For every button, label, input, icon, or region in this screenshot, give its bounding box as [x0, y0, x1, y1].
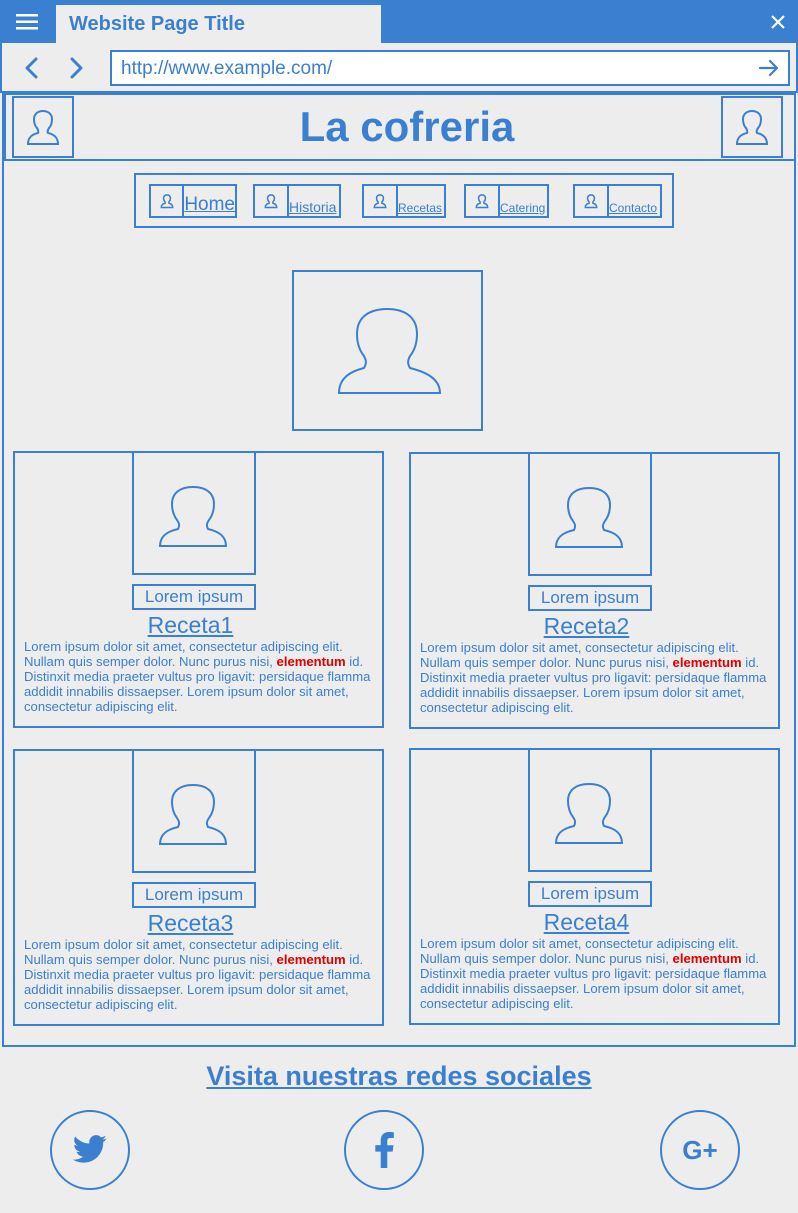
- recipe-caption: Lorem ipsum: [132, 882, 256, 908]
- close-icon[interactable]: [770, 14, 786, 30]
- highlight-text: elementum: [276, 952, 346, 967]
- recipe-description: Lorem ipsum dolor sit amet, consectetur …: [24, 937, 371, 1012]
- nav-item-catering[interactable]: Catering: [464, 184, 549, 218]
- recipe-image: [528, 748, 652, 872]
- highlight-text: elementum: [672, 655, 742, 670]
- tab-title: Website Page Title: [69, 13, 245, 35]
- recipe-description: Lorem ipsum dolor sit amet, consectetur …: [24, 639, 371, 714]
- hamburger-icon[interactable]: [16, 13, 40, 31]
- page-title: La cofreria: [299, 103, 515, 150]
- recipe-title-link[interactable]: Receta2: [409, 613, 764, 640]
- facebook-icon[interactable]: [344, 1110, 424, 1190]
- recipe-image: [132, 451, 256, 575]
- arrow-right-icon[interactable]: [758, 57, 780, 79]
- nav-item-label: Historia: [289, 199, 337, 215]
- nav-item-contacto[interactable]: Contacto: [573, 184, 662, 218]
- address-bar-url: http://www.example.com/: [121, 58, 333, 79]
- recipe-description: Lorem ipsum dolor sit amet, consectetur …: [420, 936, 767, 1011]
- user-icon: [255, 186, 289, 216]
- google-plus-label: G+: [682, 1134, 718, 1165]
- user-icon[interactable]: [721, 96, 783, 158]
- recipe-caption: Lorem ipsum: [132, 584, 256, 610]
- nav-item-label: Catering: [500, 201, 546, 215]
- nav-item-recetas[interactable]: Recetas: [362, 184, 446, 218]
- hero-image: [292, 270, 483, 431]
- footer-title-link[interactable]: Visita nuestras redes sociales: [0, 1061, 798, 1092]
- user-icon: [151, 186, 185, 216]
- recipe-image: [528, 452, 652, 576]
- recipe-image: [132, 749, 256, 873]
- nav-item-label: Home: [184, 194, 235, 215]
- highlight-text: elementum: [276, 654, 346, 669]
- user-icon: [575, 186, 609, 216]
- nav-item-historia[interactable]: Historia: [253, 184, 341, 218]
- google-plus-icon[interactable]: G+: [660, 1110, 740, 1190]
- recipe-title-link[interactable]: Receta3: [13, 910, 368, 937]
- recipe-title-link[interactable]: Receta4: [409, 909, 764, 936]
- chevron-left-icon[interactable]: [22, 57, 42, 79]
- recipe-title-link[interactable]: Receta1: [13, 612, 368, 639]
- recipe-description: Lorem ipsum dolor sit amet, consectetur …: [420, 640, 767, 715]
- nav-item-label: Recetas: [398, 201, 443, 215]
- recipe-caption: Lorem ipsum: [528, 881, 652, 907]
- user-icon: [364, 186, 398, 216]
- highlight-text: elementum: [672, 951, 742, 966]
- twitter-icon[interactable]: [50, 1110, 130, 1190]
- chevron-right-icon[interactable]: [67, 57, 87, 79]
- user-icon: [466, 186, 500, 216]
- nav-item-home[interactable]: Home: [149, 184, 237, 218]
- nav-item-label: Contacto: [609, 201, 658, 215]
- recipe-caption: Lorem ipsum: [528, 585, 652, 611]
